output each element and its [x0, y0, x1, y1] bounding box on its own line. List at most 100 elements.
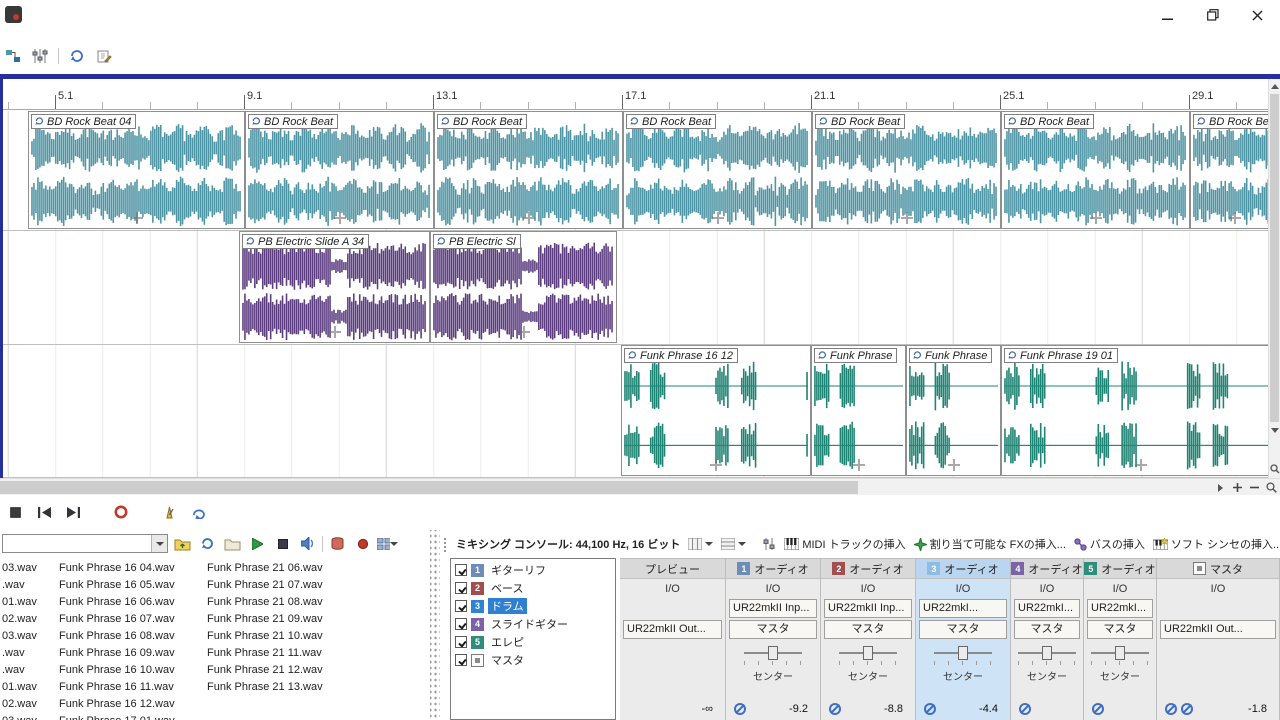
track-lane-slide-guitar[interactable]: PB Electric Slide A 34PB Electric Sl	[0, 231, 1268, 345]
file-row[interactable]: 01.wavFunk Phrase 16 06.wavFunk Phrase 2…	[0, 593, 430, 610]
file-name[interactable]: Funk Phrase 17 01.wav	[57, 715, 205, 720]
views-icon[interactable]	[377, 534, 398, 554]
channel-visible-checkbox[interactable]	[455, 564, 467, 576]
pan-slider[interactable]	[1091, 646, 1149, 660]
clip-label[interactable]: Funk Phrase 16 12	[624, 348, 738, 363]
minimize-button[interactable]	[1145, 0, 1190, 30]
clip-label[interactable]: BD Rock Beat	[815, 114, 905, 129]
file-name[interactable]: Funk Phrase 21 06.wav	[205, 562, 351, 574]
chopper-tool-icon[interactable]	[4, 47, 22, 65]
draw-tool-icon[interactable]	[95, 47, 113, 65]
channel-row[interactable]: 5エレピ	[451, 633, 615, 651]
mixer-strip-マスタ[interactable]: マスタI/OUR22mkII Out...-1.8	[1157, 559, 1280, 720]
clip-move-handle-icon[interactable]	[334, 212, 346, 224]
clip-move-handle-icon[interactable]	[853, 459, 865, 471]
channel-label[interactable]: ベース	[488, 580, 526, 596]
channel-visible-checkbox[interactable]	[455, 654, 467, 666]
file-name[interactable]: Funk Phrase 21 11.wav	[205, 647, 351, 659]
pan-slider[interactable]	[839, 646, 897, 660]
dock-splitter[interactable]	[430, 530, 440, 720]
file-row[interactable]: .wavFunk Phrase 16 09.wavFunk Phrase 21 …	[0, 644, 430, 661]
clip-label[interactable]: Funk Phrase 19 01	[1004, 348, 1118, 363]
file-name[interactable]: .wav	[0, 664, 57, 676]
view-options-button[interactable]	[721, 538, 746, 550]
file-name[interactable]: 03.wav	[0, 562, 57, 574]
file-name[interactable]: 01.wav	[0, 681, 57, 693]
file-row[interactable]: 02.wavFunk Phrase 16 07.wavFunk Phrase 2…	[0, 610, 430, 627]
app-icon[interactable]	[5, 6, 22, 23]
channel-visible-checkbox[interactable]	[455, 636, 467, 648]
file-row[interactable]: .wavFunk Phrase 16 05.wavFunk Phrase 21 …	[0, 576, 430, 593]
file-row[interactable]: 01.wavFunk Phrase 16 11.wavFunk Phrase 2…	[0, 678, 430, 695]
goto-end-button[interactable]	[63, 502, 83, 522]
combo-dropdown-icon[interactable]	[151, 535, 167, 552]
channel-row[interactable]: 1ギターリフ	[451, 561, 615, 579]
zoom-tool-button[interactable]	[1263, 480, 1279, 495]
channel-visible-checkbox[interactable]	[455, 618, 467, 630]
file-name[interactable]: Funk Phrase 16 07.wav	[57, 613, 205, 625]
channel-label[interactable]: ギターリフ	[488, 562, 549, 578]
strip-header[interactable]: マスタ	[1157, 559, 1279, 579]
clip-label[interactable]: PB Electric Sl	[433, 234, 521, 249]
refresh-icon[interactable]	[197, 534, 218, 554]
record-to-track-icon[interactable]	[352, 534, 373, 554]
record-button[interactable]	[111, 502, 131, 522]
audio-clip[interactable]: BD Rock Beat 04	[28, 111, 245, 229]
file-row[interactable]: 03.wavFunk Phrase 17 01.wav	[0, 712, 430, 720]
mixer-strip-プレビュー[interactable]: プレビューI/OUR22mkII Out...-∞	[620, 559, 726, 720]
pan-slider-handle[interactable]	[1042, 646, 1052, 660]
clip-label[interactable]: BD Rock Beat	[1004, 114, 1094, 129]
strip-header[interactable]: 4オーディオ	[1011, 559, 1083, 579]
audio-clip[interactable]: PB Electric Sl	[430, 231, 617, 343]
file-name[interactable]: Funk Phrase 21 12.wav	[205, 664, 351, 676]
pan-slider[interactable]	[1018, 646, 1076, 660]
mute-indicator-icon[interactable]	[734, 703, 746, 715]
horizontal-scroll-thumb[interactable]	[0, 481, 858, 494]
clip-move-handle-icon[interactable]	[1090, 212, 1102, 224]
mixer-strip-5[interactable]: 5オーディオI/OUR22mkI...マスタセンター	[1084, 559, 1157, 720]
strip-header[interactable]: プレビュー	[620, 559, 725, 579]
audio-clip[interactable]: Funk Phrase 19 01	[1001, 345, 1268, 476]
input-device-button[interactable]: UR22mkI...	[1087, 599, 1153, 618]
channel-visible-checkbox[interactable]	[455, 600, 467, 612]
file-row[interactable]: .wavFunk Phrase 16 10.wavFunk Phrase 21 …	[0, 661, 430, 678]
zoom-out-button[interactable]	[1246, 480, 1262, 495]
channel-label[interactable]: マスタ	[488, 652, 527, 668]
audio-clip[interactable]: Funk Phrase 16 12	[621, 345, 811, 476]
close-button[interactable]	[1235, 0, 1280, 30]
mute-indicator-icon[interactable]	[1019, 703, 1031, 715]
scroll-up-button[interactable]	[1269, 79, 1280, 94]
track-lane-funk[interactable]: Funk Phrase 16 12Funk PhraseFunk PhraseF…	[0, 345, 1268, 478]
channel-row[interactable]: 4スライドギター	[451, 615, 615, 633]
file-name[interactable]: Funk Phrase 16 08.wav	[57, 630, 205, 642]
output-device-button[interactable]: UR22mkII Out...	[623, 620, 722, 639]
file-name[interactable]: Funk Phrase 16 12.wav	[57, 698, 205, 710]
clip-label[interactable]: BD Rock Beat	[437, 114, 527, 129]
channel-label[interactable]: スライドギター	[488, 616, 571, 632]
file-name[interactable]: Funk Phrase 16 11.wav	[57, 681, 205, 693]
channel-label[interactable]: エレピ	[488, 634, 527, 650]
mixer-strip-3[interactable]: 3オーディオI/OUR22mkI...マスタセンター-4.4	[916, 559, 1011, 720]
clip-move-handle-icon[interactable]	[710, 459, 722, 471]
clip-move-handle-icon[interactable]	[523, 212, 535, 224]
file-name[interactable]: .wav	[0, 579, 57, 591]
clip-move-handle-icon[interactable]	[1229, 212, 1241, 224]
strip-header[interactable]: 1オーディオ	[726, 559, 820, 579]
pan-slider[interactable]	[934, 646, 992, 660]
mixer-strip-2[interactable]: 2オーディオI/OUR22mkII Inp...マスタセンター-8.8	[821, 559, 916, 720]
output-device-button[interactable]: マスタ	[824, 620, 912, 639]
goto-start-button[interactable]	[34, 502, 54, 522]
file-name[interactable]: Funk Phrase 16 04.wav	[57, 562, 205, 574]
file-name[interactable]: Funk Phrase 21 09.wav	[205, 613, 351, 625]
file-name[interactable]: 02.wav	[0, 613, 57, 625]
track-lane-drums[interactable]: BD Rock Beat 04BD Rock BeatBD Rock BeatB…	[0, 111, 1268, 231]
file-row[interactable]: 03.wavFunk Phrase 16 08.wavFunk Phrase 2…	[0, 627, 430, 644]
file-name[interactable]: Funk Phrase 21 08.wav	[205, 596, 351, 608]
track-area[interactable]: BD Rock Beat 04BD Rock BeatBD Rock BeatB…	[0, 111, 1268, 478]
file-name[interactable]: Funk Phrase 21 13.wav	[205, 681, 351, 693]
timeline-ruler[interactable]: 5.19.113.117.121.125.129.1	[0, 79, 1268, 110]
audio-clip[interactable]: BD Rock Beat	[245, 111, 434, 229]
file-name[interactable]: Funk Phrase 16 10.wav	[57, 664, 205, 676]
file-name[interactable]: Funk Phrase 21 10.wav	[205, 630, 351, 642]
stop-button[interactable]	[5, 502, 25, 522]
